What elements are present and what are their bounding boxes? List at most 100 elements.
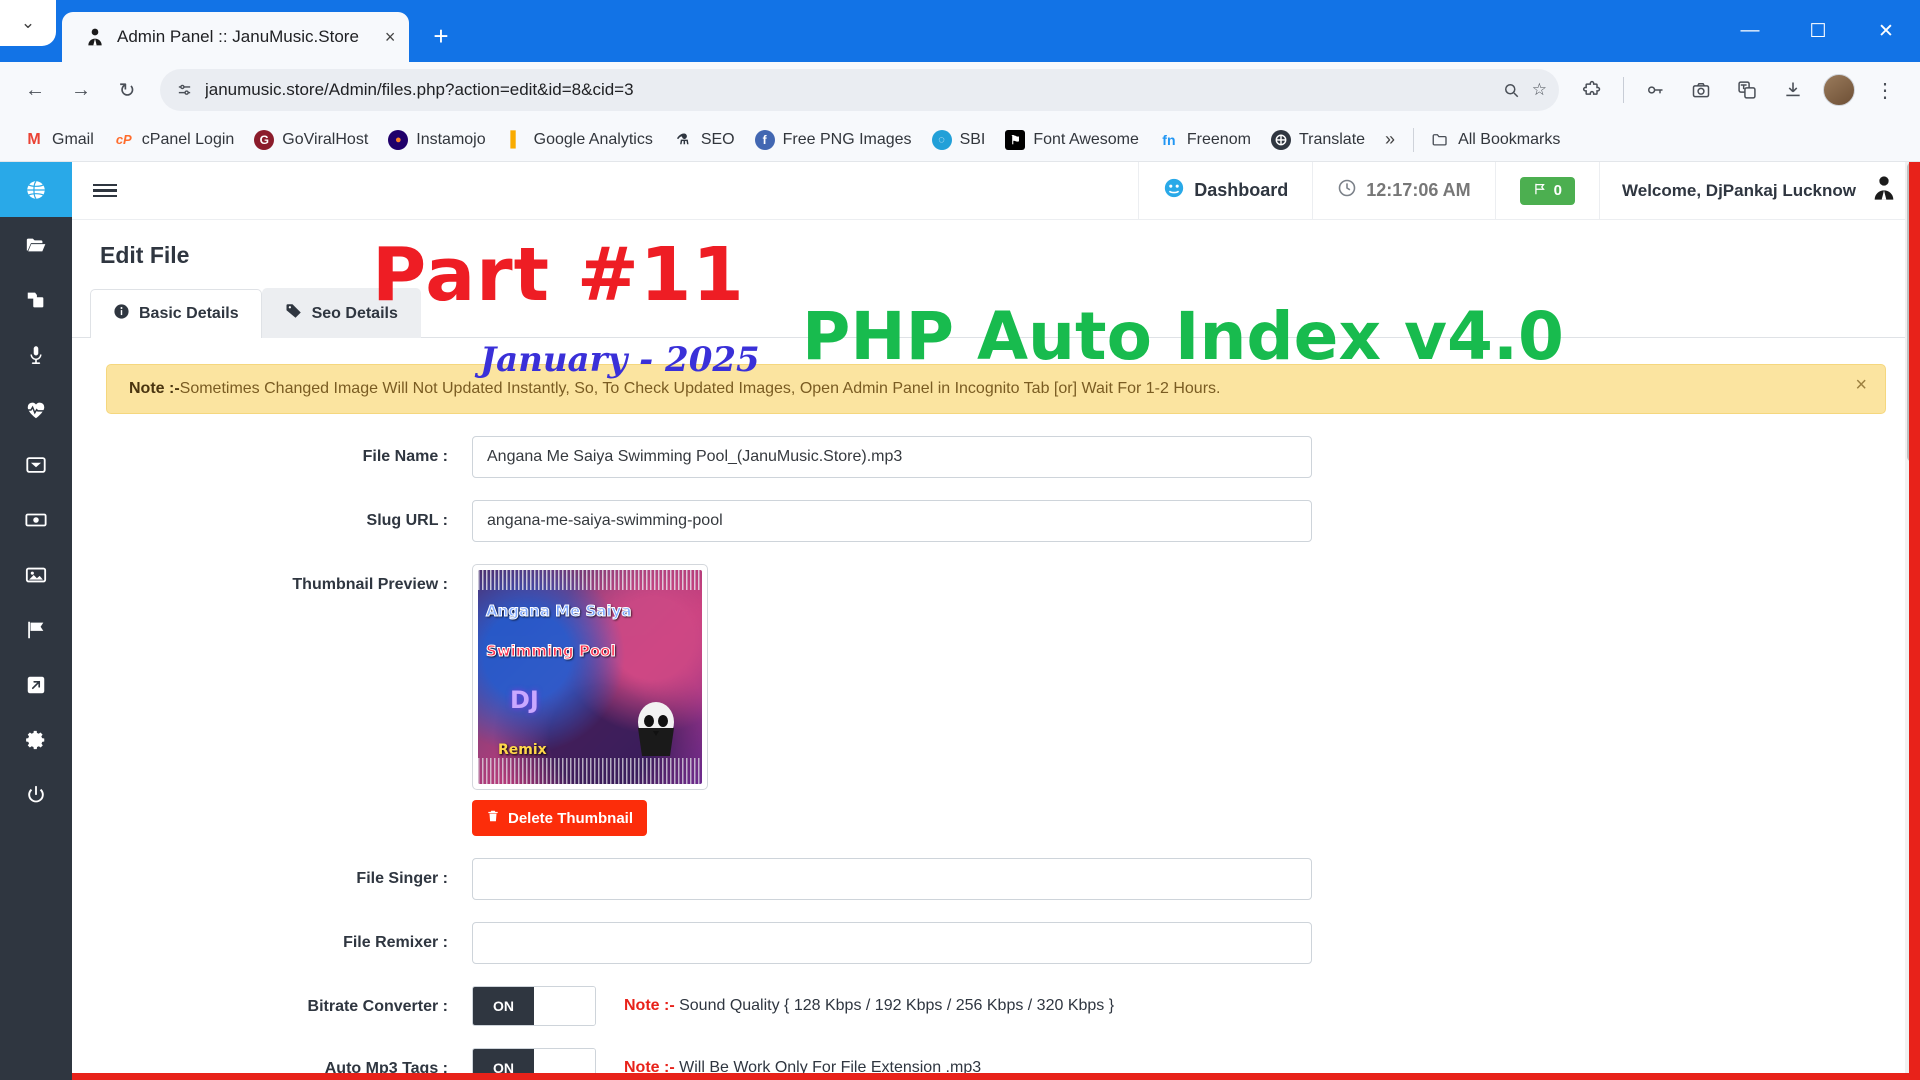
bookmark-font-awesome[interactable]: ⚑ Font Awesome: [995, 125, 1149, 155]
dashboard-link[interactable]: Dashboard: [1138, 162, 1312, 219]
toggle-knob[interactable]: [534, 987, 595, 1025]
all-bookmarks-label: All Bookmarks: [1458, 130, 1561, 148]
bookmark-goviralhost[interactable]: G GoViralHost: [244, 125, 378, 155]
forward-button[interactable]: →: [60, 69, 102, 111]
sidebar-item-inbox[interactable]: [0, 437, 72, 492]
heartbeat-icon: [26, 402, 46, 418]
trash-icon: [486, 809, 500, 827]
slug-url-input[interactable]: [472, 500, 1312, 542]
user-tie-avatar[interactable]: [1870, 174, 1898, 207]
bitrate-converter-toggle[interactable]: ON: [472, 986, 596, 1026]
bookmark-label: Instamojo: [416, 130, 486, 148]
new-tab-button[interactable]: +: [433, 21, 448, 52]
tab-label: Seo Details: [311, 304, 398, 322]
tab-seo-details[interactable]: Seo Details: [261, 288, 421, 338]
bookmark-instamojo[interactable]: ● Instamojo: [378, 125, 495, 155]
external-link-icon: [27, 676, 45, 693]
minimize-button[interactable]: —: [1716, 0, 1784, 62]
sidebar-item-trending[interactable]: [0, 382, 72, 437]
camera-icon[interactable]: [1680, 69, 1722, 111]
field-label: File Name :: [362, 448, 448, 465]
file-name-input[interactable]: [472, 436, 1312, 478]
bookmark-gmail[interactable]: M Gmail: [14, 125, 104, 155]
reload-button[interactable]: ↻: [106, 69, 148, 111]
file-remixer-input[interactable]: [472, 922, 1312, 964]
menu-icon[interactable]: [72, 162, 138, 219]
globe-icon: [27, 180, 45, 199]
bookmark-label: Google Analytics: [533, 130, 653, 148]
profile-chevron-button[interactable]: ⌄: [0, 0, 56, 46]
sidebar-item-logout[interactable]: [0, 767, 72, 822]
back-button[interactable]: ←: [14, 69, 56, 111]
page-info-icon[interactable]: [176, 82, 193, 99]
address-bar[interactable]: janumusic.store/Admin/files.php?action=e…: [160, 69, 1559, 111]
bookmarks-overflow-button[interactable]: »: [1375, 129, 1405, 150]
admin-main: Dashboard 12:17:06 AM 0 Welcome, DjPanka…: [72, 162, 1920, 1080]
instamojo-icon: ●: [388, 129, 409, 150]
browser-tab[interactable]: Admin Panel :: JanuMusic.Store ×: [62, 12, 410, 62]
bookmark-sbi[interactable]: ◌ SBI: [922, 125, 996, 155]
puzzle-icon[interactable]: [1571, 69, 1613, 111]
bookmark-label: GoViralHost: [282, 130, 369, 148]
cpanel-icon: cP: [115, 132, 132, 147]
folder-open-icon: [26, 238, 46, 251]
welcome-cell[interactable]: Welcome, DjPankaj Lucknow: [1599, 162, 1920, 219]
field-file-singer: File Singer :: [72, 858, 1920, 900]
bookmark-star-icon[interactable]: ☆: [1532, 80, 1547, 100]
maximize-button[interactable]: ☐: [1784, 0, 1852, 62]
avatar[interactable]: [1823, 74, 1855, 106]
browser-toolbar: ← → ↻ janumusic.store/Admin/files.php?ac…: [0, 62, 1920, 118]
freepng-icon: f: [754, 129, 775, 150]
page-content: Edit File Basic Details Seo Details Note…: [72, 220, 1920, 1080]
sidebar-item-files[interactable]: [0, 217, 72, 272]
url-text[interactable]: janumusic.store/Admin/files.php?action=e…: [205, 80, 1490, 100]
toolbar-divider: [1623, 77, 1624, 103]
close-icon[interactable]: ×: [385, 28, 396, 46]
sidebar-item-reports[interactable]: [0, 602, 72, 657]
bookmark-freenom[interactable]: fn Freenom: [1149, 125, 1261, 155]
sidebar-item-singers[interactable]: [0, 327, 72, 382]
flag-count: 0: [1553, 182, 1563, 199]
sidebar-item-dashboard[interactable]: [0, 162, 72, 217]
field-file-name: File Name :: [72, 436, 1920, 478]
search-zoom-icon[interactable]: [1502, 81, 1520, 99]
bookmark-free-png-images[interactable]: f Free PNG Images: [745, 125, 922, 155]
copy-icon: [27, 292, 44, 307]
status-badge[interactable]: 0: [1519, 176, 1576, 205]
bookmark-label: cPanel Login: [141, 130, 235, 148]
download-icon[interactable]: [1772, 69, 1814, 111]
page-viewport: Dashboard 12:17:06 AM 0 Welcome, DjPanka…: [0, 162, 1920, 1080]
bookmark-google-analytics[interactable]: ▌ Google Analytics: [496, 125, 663, 155]
clock-icon: [1337, 178, 1357, 203]
note-prefix: Note :-: [624, 997, 675, 1014]
field-file-remixer: File Remixer :: [72, 922, 1920, 964]
window-close-button[interactable]: ✕: [1852, 0, 1920, 62]
sidebar-item-images[interactable]: [0, 547, 72, 602]
alert-prefix: Note :-: [129, 380, 180, 397]
field-label: Slug URL :: [366, 512, 448, 529]
flag-badge-cell[interactable]: 0: [1494, 162, 1599, 219]
sidebar-item-categories[interactable]: [0, 272, 72, 327]
thumbnail-remix-badge: Remix: [498, 742, 547, 758]
sidebar-item-visit-site[interactable]: [0, 657, 72, 712]
browser-menu-button[interactable]: ⋮: [1864, 69, 1906, 111]
sidebar-item-ads[interactable]: [0, 492, 72, 547]
tab-basic-details[interactable]: Basic Details: [90, 289, 262, 338]
clock-display[interactable]: 12:17:06 AM: [1312, 162, 1494, 219]
microphone-icon: [30, 345, 42, 364]
note-alert: Note :- Sometimes Changed Image Will Not…: [106, 364, 1886, 414]
translate-icon[interactable]: [1726, 69, 1768, 111]
file-singer-input[interactable]: [472, 858, 1312, 900]
money-bill-icon: [25, 513, 47, 526]
bookmark-translate[interactable]: ⨁ Translate: [1261, 125, 1375, 155]
bookmark-label: Freenom: [1186, 130, 1251, 148]
delete-thumbnail-button[interactable]: Delete Thumbnail: [472, 800, 648, 836]
admin-topbar: Dashboard 12:17:06 AM 0 Welcome, DjPanka…: [72, 162, 1920, 220]
close-icon[interactable]: ×: [1855, 374, 1867, 397]
sidebar-item-settings[interactable]: [0, 712, 72, 767]
bookmark-cpanel-login[interactable]: cP cPanel Login: [104, 125, 245, 155]
all-bookmarks-button[interactable]: All Bookmarks: [1422, 125, 1568, 155]
bookmark-seo[interactable]: ⚗ SEO: [663, 125, 745, 155]
gmail-icon: M: [27, 130, 41, 148]
key-icon[interactable]: [1634, 69, 1676, 111]
